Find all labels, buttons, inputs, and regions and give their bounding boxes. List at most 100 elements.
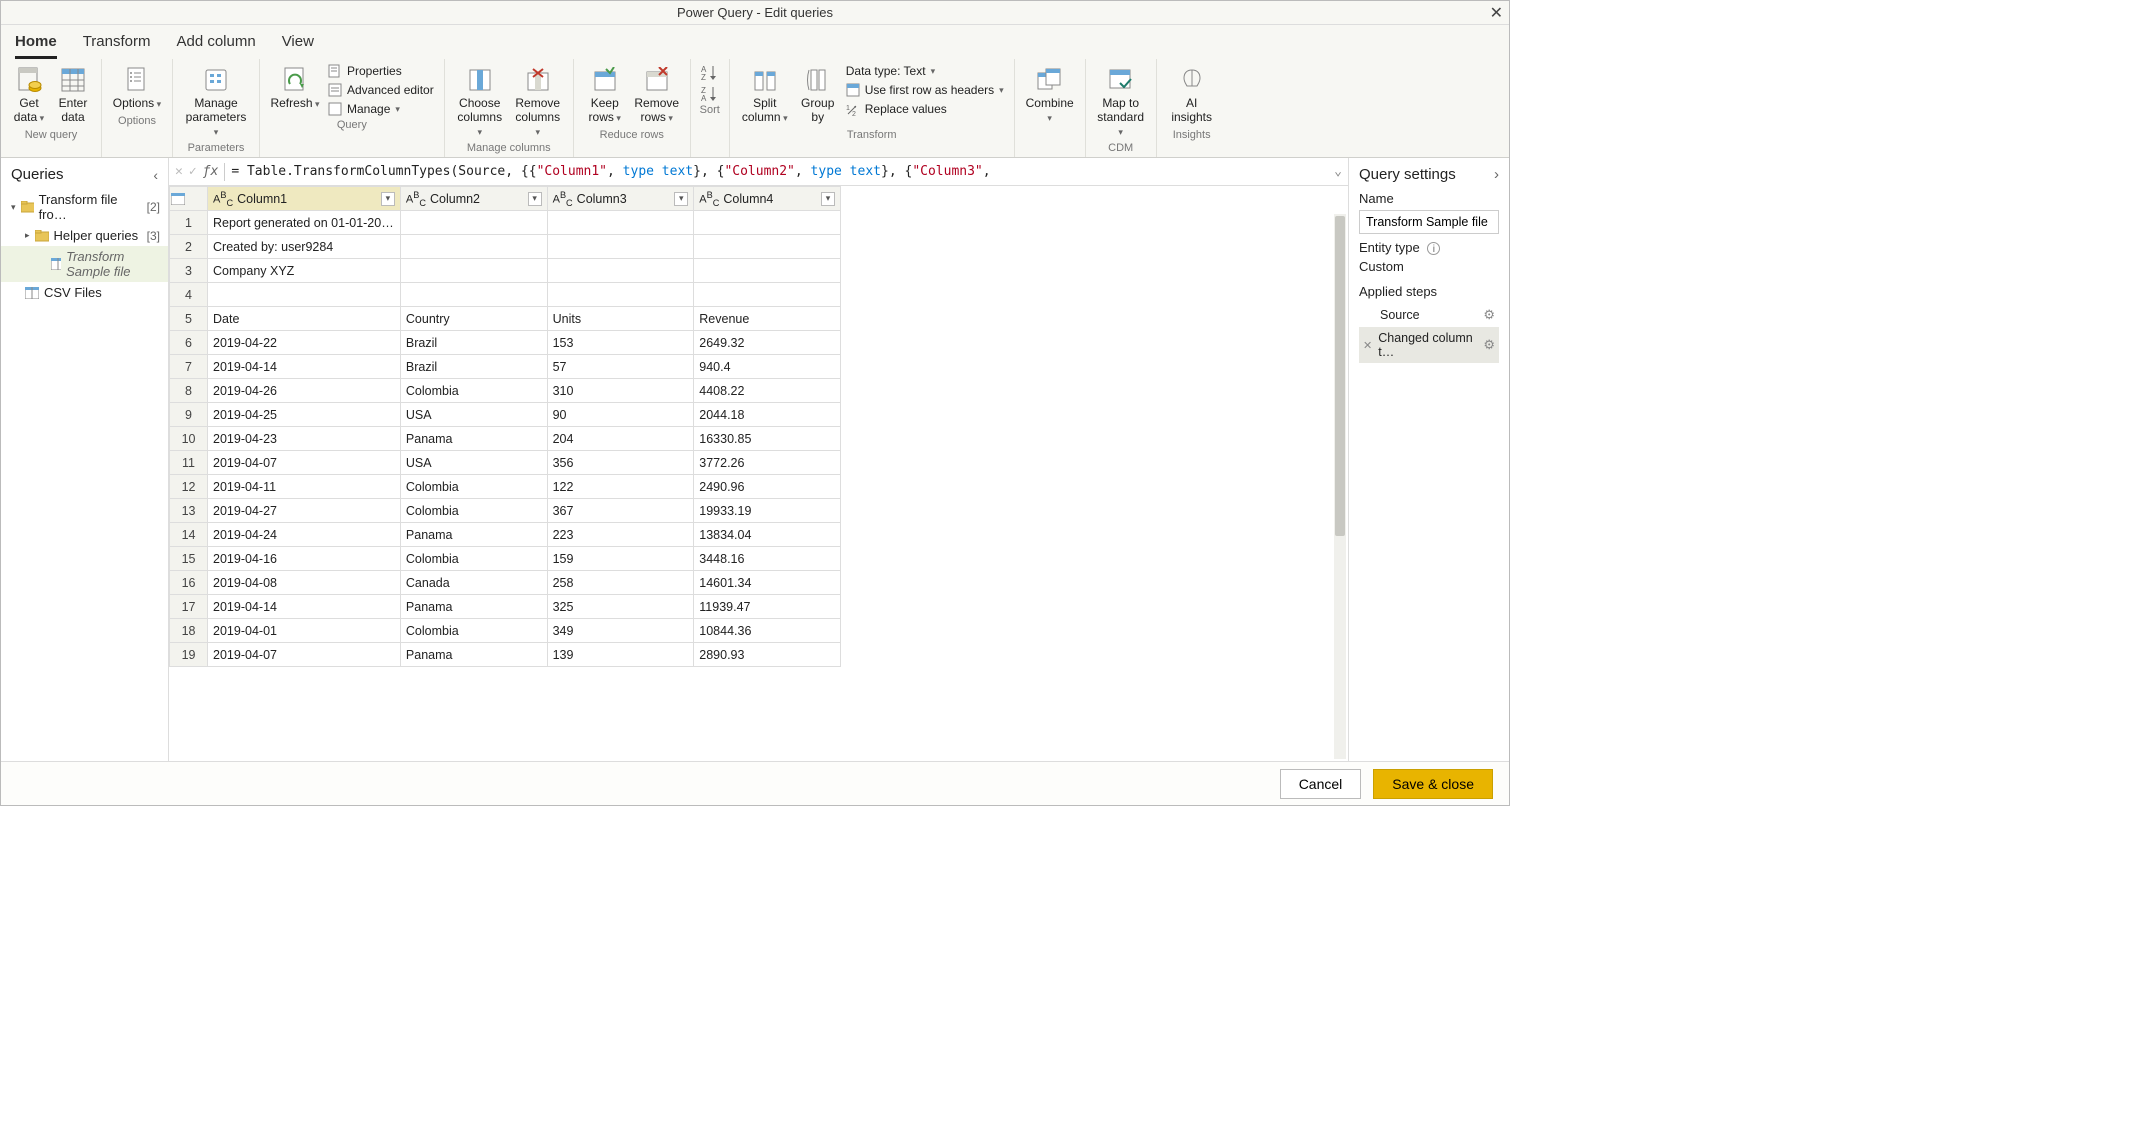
combine-button[interactable]: Combine: [1023, 63, 1077, 127]
expand-settings-button[interactable]: ›: [1494, 166, 1499, 183]
cell[interactable]: Revenue: [694, 307, 841, 331]
cell[interactable]: 2649.32: [694, 331, 841, 355]
sort-desc-button[interactable]: ZA: [699, 84, 721, 102]
tab-home[interactable]: Home: [15, 33, 57, 59]
cell[interactable]: [400, 283, 547, 307]
cell[interactable]: Canada: [400, 571, 547, 595]
sort-asc-button[interactable]: AZ: [699, 63, 721, 81]
cell[interactable]: 10844.36: [694, 619, 841, 643]
gear-icon[interactable]: ⚙: [1483, 307, 1495, 323]
cell[interactable]: Country: [400, 307, 547, 331]
type-icon[interactable]: ABC: [553, 190, 573, 208]
column-filter-dropdown[interactable]: ▾: [381, 192, 395, 206]
table-row[interactable]: 5DateCountryUnitsRevenue: [170, 307, 841, 331]
row-number[interactable]: 9: [170, 403, 208, 427]
ai-insights-button[interactable]: AI insights: [1165, 63, 1219, 127]
cell[interactable]: 153: [547, 331, 694, 355]
row-number[interactable]: 7: [170, 355, 208, 379]
cell[interactable]: Panama: [400, 427, 547, 451]
table-row[interactable]: 3Company XYZ: [170, 259, 841, 283]
cell[interactable]: 2019-04-22: [208, 331, 401, 355]
cell[interactable]: 139: [547, 643, 694, 667]
use-first-row-headers-button[interactable]: Use first row as headers: [844, 82, 1006, 98]
row-number[interactable]: 11: [170, 451, 208, 475]
cell[interactable]: 2019-04-07: [208, 643, 401, 667]
cell[interactable]: Panama: [400, 523, 547, 547]
cell[interactable]: 204: [547, 427, 694, 451]
cell[interactable]: 325: [547, 595, 694, 619]
remove-columns-button[interactable]: Remove columns: [511, 63, 565, 140]
table-row[interactable]: 112019-04-07USA3563772.26: [170, 451, 841, 475]
get-data-button[interactable]: Get data: [9, 63, 49, 127]
cell[interactable]: [694, 283, 841, 307]
cell[interactable]: 2019-04-08: [208, 571, 401, 595]
cell[interactable]: Date: [208, 307, 401, 331]
cell[interactable]: 2019-04-24: [208, 523, 401, 547]
row-header-corner[interactable]: [170, 187, 208, 211]
column-filter-dropdown[interactable]: ▾: [821, 192, 835, 206]
table-row[interactable]: 102019-04-23Panama20416330.85: [170, 427, 841, 451]
cell[interactable]: 2890.93: [694, 643, 841, 667]
row-number[interactable]: 14: [170, 523, 208, 547]
cell[interactable]: 4408.22: [694, 379, 841, 403]
query-tree-item[interactable]: Transform Sample file: [1, 246, 168, 282]
cell[interactable]: Company XYZ: [208, 259, 401, 283]
cell[interactable]: 2044.18: [694, 403, 841, 427]
cell[interactable]: 310: [547, 379, 694, 403]
gear-icon[interactable]: ⚙: [1483, 337, 1495, 353]
cell[interactable]: USA: [400, 403, 547, 427]
table-row[interactable]: 172019-04-14Panama32511939.47: [170, 595, 841, 619]
cell[interactable]: Units: [547, 307, 694, 331]
cell[interactable]: Colombia: [400, 499, 547, 523]
cell[interactable]: Colombia: [400, 475, 547, 499]
row-number[interactable]: 19: [170, 643, 208, 667]
cell[interactable]: Report generated on 01-01-20…: [208, 211, 401, 235]
column-filter-dropdown[interactable]: ▾: [528, 192, 542, 206]
row-number[interactable]: 15: [170, 547, 208, 571]
cell[interactable]: [208, 283, 401, 307]
cell[interactable]: 2019-04-11: [208, 475, 401, 499]
cell[interactable]: 258: [547, 571, 694, 595]
cell[interactable]: Brazil: [400, 355, 547, 379]
cell[interactable]: 2019-04-26: [208, 379, 401, 403]
row-number[interactable]: 10: [170, 427, 208, 451]
save-close-button[interactable]: Save & close: [1373, 769, 1493, 799]
cell[interactable]: 14601.34: [694, 571, 841, 595]
cancel-formula-icon[interactable]: ✕: [175, 164, 183, 179]
tab-transform[interactable]: Transform: [83, 33, 151, 59]
cell[interactable]: USA: [400, 451, 547, 475]
row-number[interactable]: 1: [170, 211, 208, 235]
applied-step[interactable]: ✕Changed column t…⚙: [1359, 327, 1499, 363]
map-to-standard-button[interactable]: Map to standard: [1094, 63, 1148, 140]
cell[interactable]: Created by: user9284: [208, 235, 401, 259]
cell[interactable]: 223: [547, 523, 694, 547]
vertical-scrollbar[interactable]: [1334, 214, 1346, 759]
row-number[interactable]: 12: [170, 475, 208, 499]
row-number[interactable]: 8: [170, 379, 208, 403]
table-row[interactable]: 152019-04-16Colombia1593448.16: [170, 547, 841, 571]
scrollbar-thumb[interactable]: [1335, 216, 1345, 536]
cell[interactable]: Colombia: [400, 619, 547, 643]
cell[interactable]: 57: [547, 355, 694, 379]
cell[interactable]: Panama: [400, 595, 547, 619]
cell[interactable]: [547, 211, 694, 235]
row-number[interactable]: 17: [170, 595, 208, 619]
applied-step[interactable]: Source⚙: [1359, 303, 1499, 327]
table-row[interactable]: 2Created by: user9284: [170, 235, 841, 259]
cell[interactable]: 356: [547, 451, 694, 475]
table-row[interactable]: 122019-04-11Colombia1222490.96: [170, 475, 841, 499]
cell[interactable]: Colombia: [400, 547, 547, 571]
cell[interactable]: 2019-04-23: [208, 427, 401, 451]
query-name-input[interactable]: [1359, 210, 1499, 234]
column-header[interactable]: ABCColumn2▾: [400, 187, 547, 211]
cell[interactable]: 2019-04-25: [208, 403, 401, 427]
tab-add-column[interactable]: Add column: [176, 33, 255, 59]
cell[interactable]: [400, 211, 547, 235]
info-icon[interactable]: i: [1427, 242, 1440, 255]
cell[interactable]: 2019-04-07: [208, 451, 401, 475]
cell[interactable]: 2019-04-16: [208, 547, 401, 571]
group-by-button[interactable]: Group by: [796, 63, 840, 127]
row-number[interactable]: 13: [170, 499, 208, 523]
query-tree-item[interactable]: ▾Transform file fro…[2]: [1, 189, 168, 225]
row-number[interactable]: 5: [170, 307, 208, 331]
